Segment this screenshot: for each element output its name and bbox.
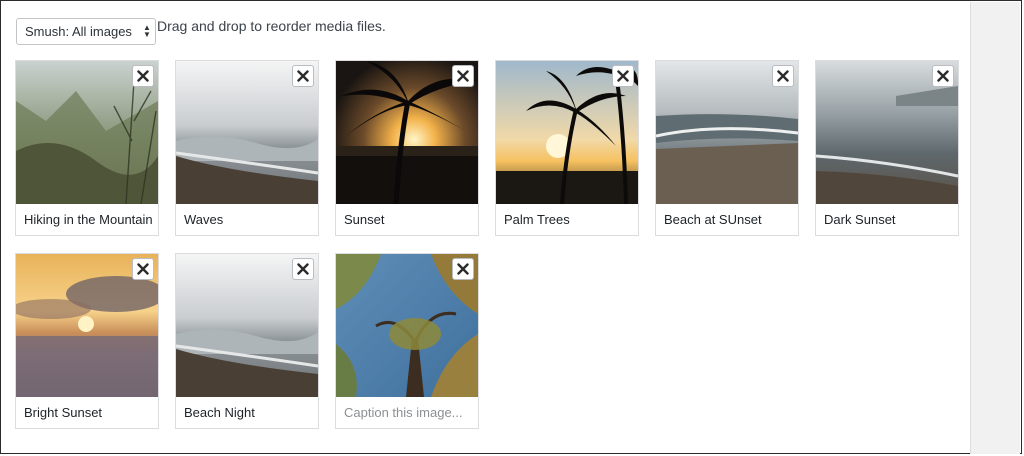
close-icon [137,263,149,275]
gallery-item-caption[interactable]: Caption this image... [336,397,478,428]
remove-button[interactable] [132,258,154,280]
close-icon [937,70,949,82]
remove-button[interactable] [292,258,314,280]
remove-button[interactable] [132,65,154,87]
remove-button[interactable] [292,65,314,87]
gallery-item-8[interactable]: Beach Night [175,253,319,429]
remove-button[interactable] [612,65,634,87]
gallery-item-4[interactable]: Palm Trees [495,60,639,236]
settings-sidebar [970,2,1020,454]
gallery-item-3[interactable]: Sunset [335,60,479,236]
remove-button[interactable] [772,65,794,87]
close-icon [457,263,469,275]
gallery-item-caption[interactable]: Bright Sunset [16,397,158,428]
gallery-item-2[interactable]: Waves [175,60,319,236]
close-icon [617,70,629,82]
smush-select-value: Smush: All images [25,24,132,39]
reorder-hint: Drag and drop to reorder media files. [157,18,386,34]
remove-button[interactable] [452,258,474,280]
close-icon [457,70,469,82]
gallery-item-9[interactable]: Caption this image... [335,253,479,429]
gallery-item-6[interactable]: Dark Sunset [815,60,959,236]
media-gallery-editor: Smush: All images ▲ ▼ Drag and drop to re… [0,0,1022,454]
close-icon [777,70,789,82]
gallery-item-caption[interactable]: Sunset [336,204,478,235]
gallery-item-caption[interactable]: Waves [176,204,318,235]
gallery-item-caption[interactable]: Hiking in the Mountain [16,204,158,235]
close-icon [297,263,309,275]
gallery-item-1[interactable]: Hiking in the Mountain [15,60,159,236]
gallery-item-caption[interactable]: Beach at SUnset [656,204,798,235]
gallery-item-7[interactable]: Bright Sunset [15,253,159,429]
gallery-item-caption[interactable]: Beach Night [176,397,318,428]
smush-select[interactable]: Smush: All images ▲ ▼ [16,18,156,45]
close-icon [137,70,149,82]
gallery-item-5[interactable]: Beach at SUnset [655,60,799,236]
remove-button[interactable] [932,65,954,87]
up-down-arrows-icon: ▲ ▼ [143,23,151,39]
gallery-item-caption[interactable]: Palm Trees [496,204,638,235]
remove-button[interactable] [452,65,474,87]
gallery-item-caption[interactable]: Dark Sunset [816,204,958,235]
close-icon [297,70,309,82]
